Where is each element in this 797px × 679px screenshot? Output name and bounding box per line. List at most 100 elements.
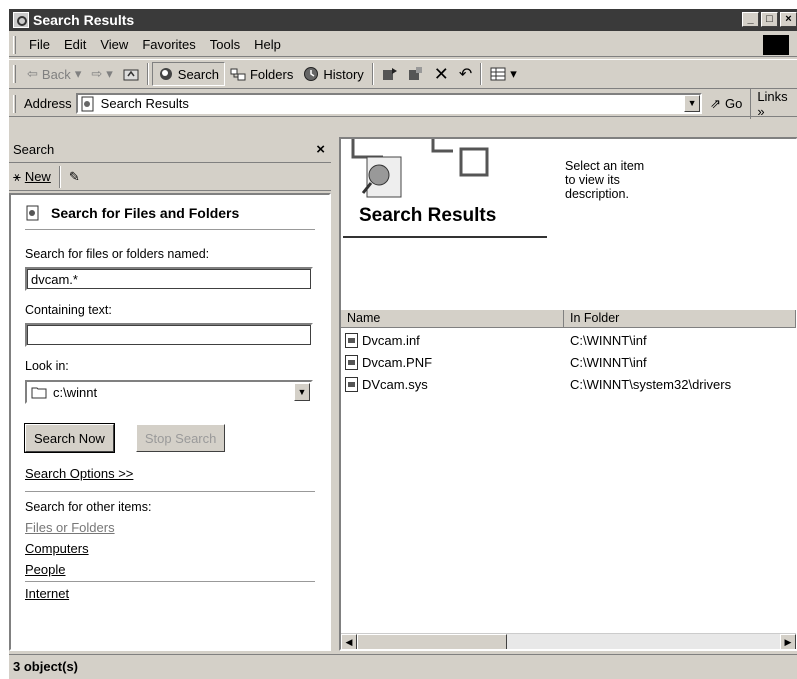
search-app-icon bbox=[13, 12, 29, 28]
horizontal-scrollbar[interactable]: ◀ ▶ bbox=[341, 633, 796, 649]
history-label: History bbox=[323, 66, 364, 82]
pnf-file-icon bbox=[345, 354, 358, 370]
search-icon bbox=[159, 68, 172, 80]
search-buttons: Search Now Stop Search bbox=[24, 423, 315, 453]
move-to-icon bbox=[382, 68, 397, 80]
toolbar-separator bbox=[480, 63, 483, 85]
results-pane: Search Results Select an item to view it… bbox=[339, 137, 797, 651]
file-name: Dvcam.inf bbox=[362, 332, 420, 348]
toolbar-grip[interactable] bbox=[13, 65, 16, 83]
search-form: Search for Files and Folders Search for … bbox=[9, 193, 331, 651]
file-name: Dvcam.PNF bbox=[362, 354, 433, 370]
computers-link[interactable]: Computers bbox=[25, 541, 315, 556]
results-description: Select an item to view its description. bbox=[565, 159, 645, 201]
address-label: Address bbox=[23, 96, 72, 111]
menu-favorites[interactable]: Favorites bbox=[135, 37, 202, 52]
delete-button[interactable]: ✕ bbox=[429, 62, 454, 86]
search-results-banner-icon bbox=[351, 139, 489, 198]
section-header: Search for Files and Folders bbox=[25, 205, 315, 230]
back-label: Back bbox=[41, 66, 71, 82]
explorer-window: Search Results _ □ × File Edit View Favo… bbox=[8, 8, 797, 679]
close-pane-icon[interactable]: × bbox=[316, 141, 325, 158]
menu-tools[interactable]: Tools bbox=[203, 37, 247, 52]
named-label: Search for files or folders named: bbox=[25, 247, 210, 261]
containing-label: Containing text: bbox=[25, 303, 112, 317]
divider bbox=[25, 491, 315, 492]
results-list: Dvcam.inf C:\WINNT\inf Dvcam.PNF C:\WINN… bbox=[341, 329, 796, 395]
title-bar[interactable]: Search Results _ □ × bbox=[9, 9, 797, 31]
address-bar: Address Search Results ▼ ⇗ Go Links » bbox=[9, 88, 797, 119]
forward-button[interactable]: ⇨ ▾ bbox=[86, 62, 117, 86]
views-icon bbox=[490, 67, 506, 81]
list-header: Name In Folder bbox=[341, 310, 796, 328]
folders-button[interactable]: Folders bbox=[225, 62, 298, 86]
menu-view[interactable]: View bbox=[93, 37, 135, 52]
name-cell: Dvcam.PNF bbox=[341, 354, 564, 370]
lookin-dropdown-icon[interactable]: ▼ bbox=[294, 383, 310, 401]
go-button[interactable]: ⇗ Go bbox=[702, 96, 750, 112]
history-button[interactable]: History bbox=[298, 62, 368, 86]
search-now-button[interactable]: Search Now bbox=[24, 423, 115, 453]
results-title: Search Results bbox=[359, 205, 497, 226]
table-row[interactable]: Dvcam.PNF C:\WINNT\inf bbox=[341, 351, 796, 373]
views-button[interactable]: ▾ bbox=[485, 62, 522, 86]
new-search-icon: ⚹ bbox=[13, 168, 21, 184]
search-results-icon bbox=[81, 96, 94, 111]
maximize-button[interactable]: □ bbox=[761, 12, 778, 27]
folder-cell: C:\WINNT\inf bbox=[570, 354, 647, 370]
undo-icon: ↶ bbox=[458, 66, 473, 83]
scroll-left-icon[interactable]: ◀ bbox=[341, 634, 357, 649]
forward-dropdown-icon[interactable]: ▾ bbox=[106, 66, 113, 82]
menu-file[interactable]: File bbox=[22, 37, 57, 52]
lookin-select[interactable]: c:\winnt ▼ bbox=[25, 380, 313, 404]
scroll-right-icon[interactable]: ▶ bbox=[780, 634, 796, 649]
up-folder-button[interactable] bbox=[118, 62, 144, 86]
scroll-thumb[interactable] bbox=[357, 634, 507, 649]
copy-to-button[interactable] bbox=[403, 62, 429, 86]
menu-help[interactable]: Help bbox=[247, 37, 288, 52]
back-arrow-icon: ⇦ bbox=[27, 66, 38, 81]
column-header-in-folder[interactable]: In Folder bbox=[564, 310, 796, 328]
containing-input[interactable] bbox=[25, 323, 313, 347]
table-row[interactable]: Dvcam.inf C:\WINNT\inf bbox=[341, 329, 796, 351]
new-search-button[interactable]: ⚹ New bbox=[13, 165, 56, 189]
standard-toolbar: ⇦ Back ▾ ⇨ ▾ Search Folders History ✕ ↶ … bbox=[9, 59, 797, 89]
named-input[interactable] bbox=[25, 267, 313, 291]
divider bbox=[25, 581, 315, 582]
search-options-link[interactable]: Search Options >> bbox=[25, 466, 315, 481]
address-input[interactable]: Search Results ▼ bbox=[75, 93, 703, 114]
back-dropdown-icon[interactable]: ▾ bbox=[75, 66, 82, 82]
views-dropdown-icon: ▾ bbox=[510, 66, 517, 81]
up-folder-icon bbox=[123, 69, 139, 81]
undo-button[interactable]: ↶ bbox=[454, 62, 477, 86]
internet-link[interactable]: Internet bbox=[25, 586, 315, 601]
column-header-name[interactable]: Name bbox=[341, 310, 564, 328]
people-link[interactable]: People bbox=[25, 562, 315, 577]
close-button[interactable]: × bbox=[780, 12, 797, 27]
pencil-icon: ✎ bbox=[68, 168, 80, 184]
stop-search-button[interactable]: Stop Search bbox=[135, 424, 226, 452]
name-cell: DVcam.sys bbox=[341, 376, 564, 392]
results-banner: Search Results Select an item to view it… bbox=[341, 139, 796, 309]
go-arrow-icon: ⇗ bbox=[710, 95, 721, 111]
minimize-button[interactable]: _ bbox=[742, 12, 759, 27]
files-folders-link[interactable]: Files or Folders bbox=[25, 520, 315, 535]
name-cell: Dvcam.inf bbox=[341, 332, 564, 348]
search-assistant-button[interactable]: ✎ bbox=[64, 165, 85, 189]
windows-logo-icon bbox=[763, 35, 789, 55]
links-button[interactable]: Links » bbox=[750, 88, 797, 119]
new-search-label: New bbox=[24, 169, 51, 184]
delete-icon: ✕ bbox=[433, 63, 449, 84]
go-label: Go bbox=[724, 96, 743, 111]
folder-icon bbox=[31, 387, 47, 399]
menu-bar: File Edit View Favorites Tools Help bbox=[9, 33, 797, 57]
window-controls: _ □ × bbox=[742, 12, 797, 27]
search-button[interactable]: Search bbox=[151, 62, 225, 86]
menu-edit[interactable]: Edit bbox=[57, 37, 93, 52]
addressbar-grip[interactable] bbox=[13, 94, 16, 113]
table-row[interactable]: DVcam.sys C:\WINNT\system32\drivers bbox=[341, 373, 796, 395]
back-button[interactable]: ⇦ Back ▾ bbox=[22, 62, 86, 86]
menubar-grip[interactable] bbox=[13, 35, 16, 54]
move-to-button[interactable] bbox=[377, 62, 403, 86]
address-dropdown-icon[interactable]: ▼ bbox=[684, 95, 701, 112]
